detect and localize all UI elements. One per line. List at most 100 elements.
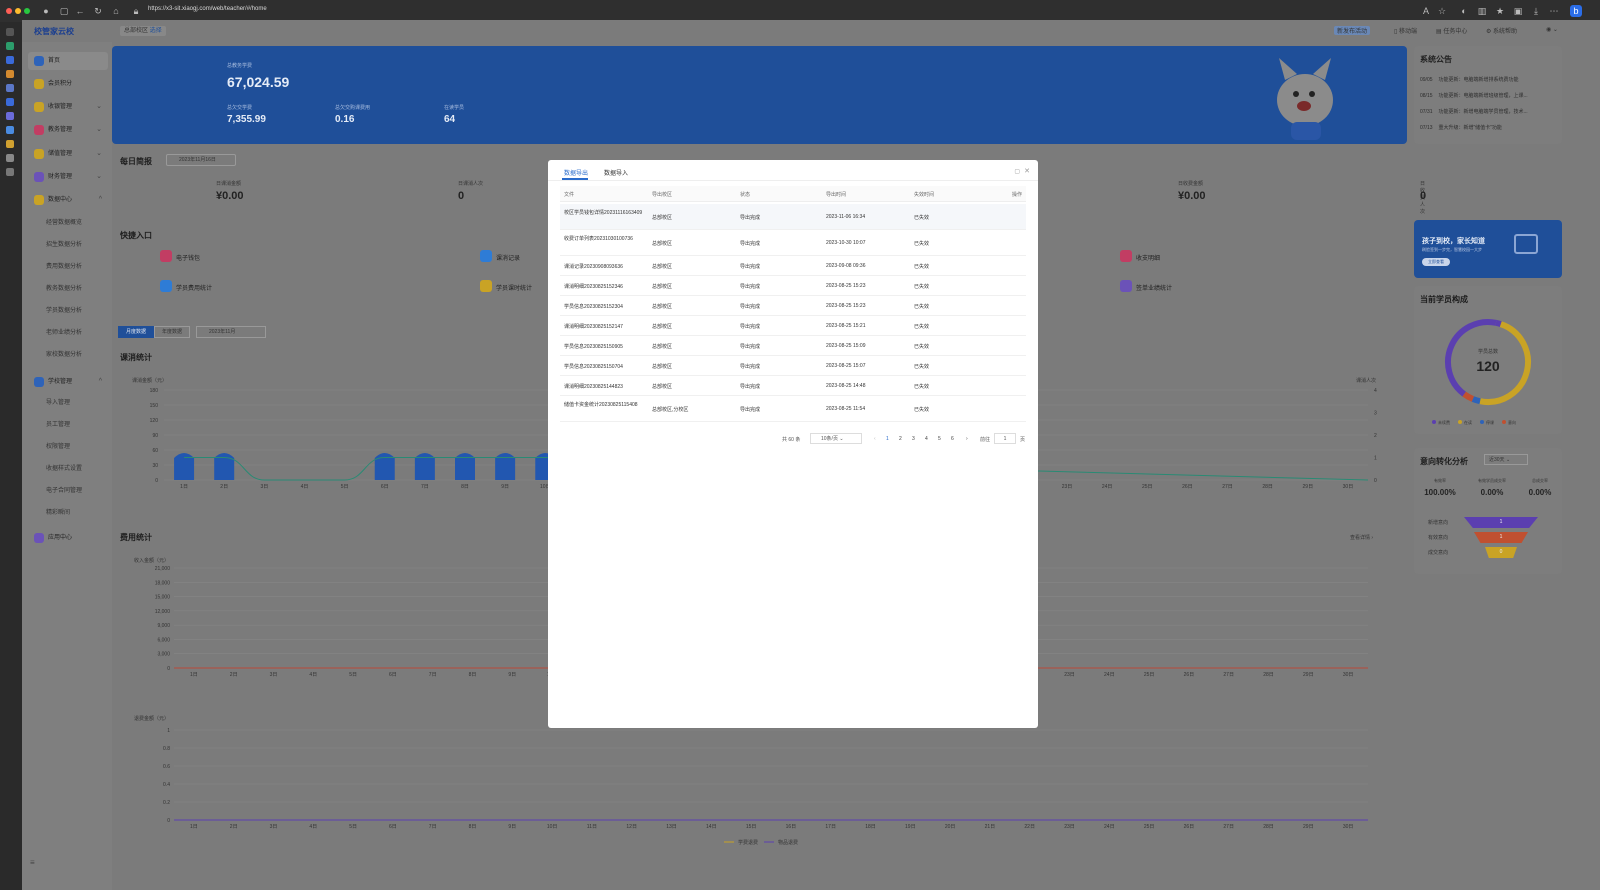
sidebar-subitem[interactable]: 电子合同管理 [46,485,82,494]
tab-icon[interactable] [6,56,14,64]
back-icon[interactable]: ← [74,5,86,17]
tab-icon[interactable] [6,154,14,162]
notice-item[interactable]: 07/31 功能更新：新增电脑端学员管理，技术... [1420,108,1556,115]
home-icon[interactable]: ⌂ [110,5,122,17]
notice-item[interactable]: 08/15 功能更新：电脑端新增班级管理，上课... [1420,92,1556,99]
profile-icon[interactable]: ● [40,5,52,17]
table-row[interactable]: 校区学员钱包详情20231116163409 总部校区 导出完成 2023-11-06… [560,204,1026,230]
extension-icon[interactable]: ◐ [1458,5,1470,17]
sidebar-subitem[interactable]: 权限管理 [46,441,70,450]
maximize-window-icon[interactable] [24,8,30,14]
page-number[interactable]: 5 [938,436,941,442]
next-page-icon[interactable]: › [966,436,968,442]
sidebar-item-0[interactable]: 首页 [28,52,108,70]
sidebar-item-3[interactable]: 教务管理 ⌄ [28,121,108,139]
tab-icon[interactable] [6,98,14,106]
system-help-link[interactable]: ⚙ 系统帮助 [1486,26,1517,35]
table-row[interactable]: 收费订单列表20231030100736 总部校区 导出完成 2023-10-30 1… [560,230,1026,256]
favorite-icon[interactable]: ☆ [1436,5,1448,17]
view-details-link[interactable]: 查看详情 › [1350,534,1373,541]
address-bar[interactable]: https://x3-sit.xiaogj.com/web/teacher/#/… [148,6,267,12]
close-icon[interactable]: ✕ [1024,167,1030,175]
quick-entry-item[interactable]: 电子钱包 [160,250,240,264]
table-row[interactable]: 储值卡资金统计20230825115408 总部校区,分校区 导出完成 2023-08… [560,396,1026,422]
sidebar-subitem[interactable]: 经营数据概览 [46,217,82,226]
daily-date-picker[interactable]: 2023年11月16日 [166,154,236,166]
downloads-icon[interactable]: ⤓ [1530,5,1542,17]
sidebar-subitem[interactable]: 老师业绩分析 [46,327,82,336]
page-size-select[interactable]: 10条/页 ⌄ [810,433,862,444]
sidebar-item-5[interactable]: 财务管理 ⌄ [28,168,108,186]
table-row[interactable]: 课消明细20230825152147 总部校区 导出完成 2023-08-25 15:… [560,316,1026,336]
tab-icon[interactable] [6,70,14,78]
sidebar-item-1[interactable]: 会员积分 [28,75,108,93]
tab-icon[interactable] [6,112,14,120]
tab-data-export[interactable]: 数据导出 [564,168,588,177]
tab-icon[interactable] [6,140,14,148]
tab-data-import[interactable]: 数据导入 [604,168,628,177]
table-row[interactable]: 课消明细20230825152346 总部校区 导出完成 2023-08-25 15:… [560,276,1026,296]
sidebar-item-6[interactable]: 数据中心 ^ [28,191,108,209]
task-center-link[interactable]: ▤ 任务中心 [1436,26,1467,35]
goto-page-input[interactable]: 1 [994,433,1016,444]
quick-entry-item[interactable]: 学员费用统计 [160,280,240,294]
quick-entry-item[interactable]: 签单业绩统计 [1120,280,1200,294]
collections-icon[interactable]: ▣ [1512,5,1524,17]
promo-badge[interactable]: 新发布活动 [1334,26,1371,35]
y-tick-label: 21,000 [155,566,171,572]
table-row[interactable]: 课消记录20230908093636 总部校区 导出完成 2023-09-08 09:… [560,256,1026,276]
minimize-window-icon[interactable] [15,8,21,14]
sidebar-subitem[interactable]: 教务数据分析 [46,283,82,292]
refresh-icon[interactable]: ↻ [92,5,104,17]
notice-item[interactable]: 07/13 重大升级：新增“储值卡”功能 [1420,124,1556,131]
tab-icon[interactable] [6,42,14,50]
tab-icon[interactable] [6,126,14,134]
tab-monthly[interactable]: 月度数据 [118,326,154,338]
sidebar-subitem[interactable]: 员工管理 [46,419,70,428]
tabs-icon[interactable]: ▢ [58,5,70,17]
table-row[interactable]: 学员信息20230825152304 总部校区 导出完成 2023-08-25 15:… [560,296,1026,316]
sidebar-subitem[interactable]: 收据样式设置 [46,463,82,472]
maximize-icon[interactable]: ▢ [1014,168,1020,175]
split-screen-icon[interactable]: ▥ [1476,5,1488,17]
sidebar-subitem[interactable]: 招生数据分析 [46,239,82,248]
read-aloud-icon[interactable]: A [1420,5,1432,17]
close-window-icon[interactable] [6,8,12,14]
tab-yearly[interactable]: 年度数据 [154,326,190,338]
sidebar-toggle-icon[interactable] [6,28,14,36]
user-avatar[interactable]: ◉ ⌄ [1546,26,1558,33]
page-number[interactable]: 1 [886,436,889,442]
sidebar-subitem[interactable]: 费用数据分析 [46,261,82,270]
page-number[interactable]: 4 [925,436,928,442]
sidebar-item-app-center[interactable]: 应用中心 [28,529,108,547]
favorites-bar-icon[interactable]: ★ [1494,5,1506,17]
month-picker[interactable]: 2023年11月 [196,326,266,338]
campus-switcher[interactable]: 总部校区 选择 [120,26,166,36]
mobile-link[interactable]: ▯ 移动端 [1394,26,1417,35]
collapse-menu-icon[interactable]: ≡ [30,858,35,867]
conversion-range-select[interactable]: 近30天 ⌄ [1484,454,1528,465]
sidebar-item-4[interactable]: 储值管理 ⌄ [28,145,108,163]
notice-item[interactable]: 09/05 功能更新：电脑端新增排系统费功能 [1420,76,1556,83]
more-icon[interactable]: ⋯ [1548,5,1560,17]
table-row[interactable]: 课消明细20230825144823 总部校区 导出完成 2023-08-25 14:… [560,376,1026,396]
page-number[interactable]: 3 [912,436,915,442]
sidebar-subitem[interactable]: 导入管理 [46,397,70,406]
sidebar-subitem[interactable]: 学员数据分析 [46,305,82,314]
tab-icon[interactable] [6,84,14,92]
page-number[interactable]: 6 [951,436,954,442]
face-checkin-ad[interactable]: 孩子到校，家长知道 刷脸签到一步完，智慧校园一大步 立即查看 [1414,220,1562,278]
table-row[interactable]: 学员信息20230825150704 总部校区 导出完成 2023-08-25 15:… [560,356,1026,376]
prev-page-icon[interactable]: ‹ [874,436,876,442]
sidebar-subitem[interactable]: 家校数据分析 [46,349,82,358]
page-number[interactable]: 2 [899,436,902,442]
new-tab-icon[interactable] [6,168,14,176]
ad-button[interactable]: 立即查看 [1422,258,1450,266]
quick-entry-item[interactable]: 收支明细 [1120,250,1200,264]
table-row[interactable]: 学员信息20230825150905 总部校区 导出完成 2023-08-25 15:… [560,336,1026,356]
sidebar-item-2[interactable]: 收银管理 ⌄ [28,98,108,116]
copilot-icon[interactable]: b [1570,5,1582,17]
campus-switch-link[interactable]: 选择 [150,28,162,34]
sidebar-item-school[interactable]: 学校管理 ^ [28,373,108,391]
sidebar-subitem[interactable]: 精彩瞬间 [46,507,70,516]
